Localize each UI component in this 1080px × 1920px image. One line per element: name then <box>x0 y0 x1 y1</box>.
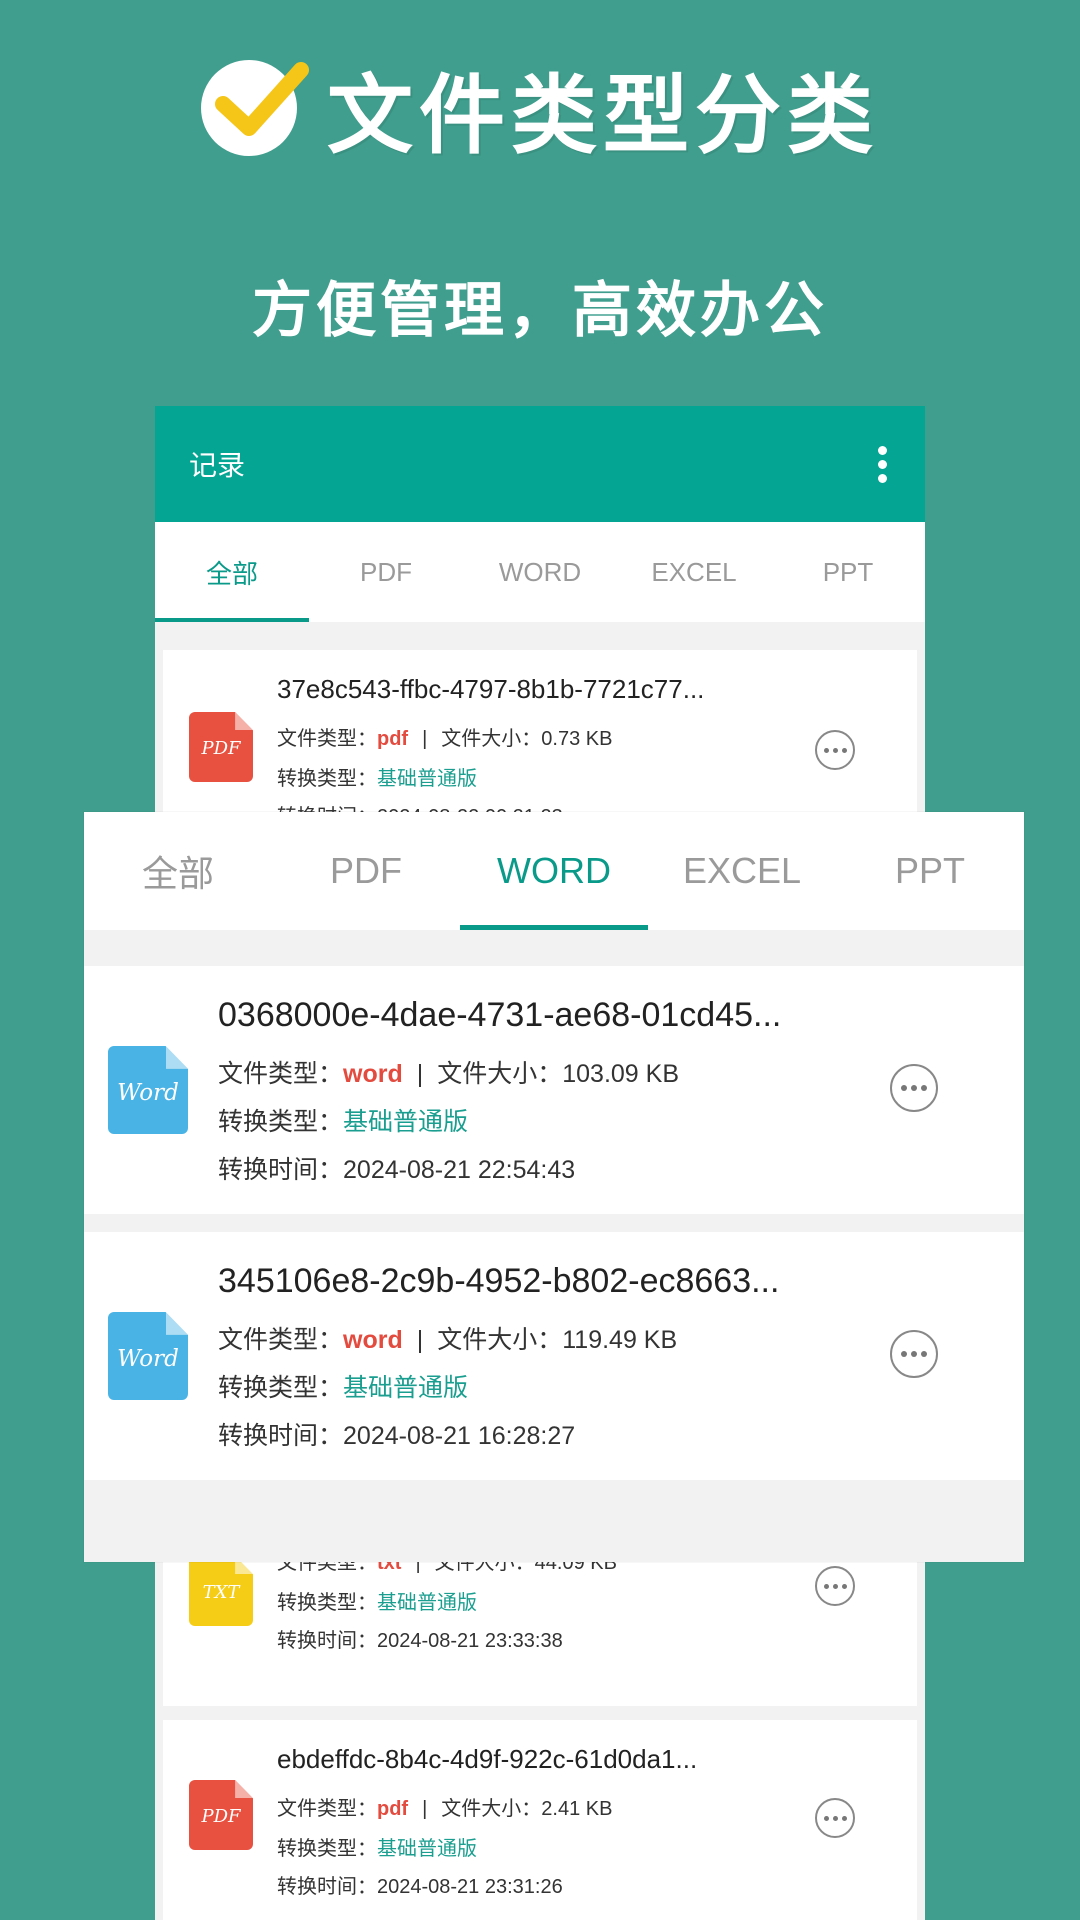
convert-time: 转换时间：2024-08-21 22:54:43 <box>218 1156 576 1184</box>
convert-type: 转换类型：基础普通版 <box>218 1374 469 1402</box>
more-horizontal-icon[interactable] <box>815 1798 855 1838</box>
hero-title-text: 文件类型分类 <box>327 65 879 166</box>
file-meta: 文件类型：pdf | 文件大小：2.41 KB <box>277 1798 613 1820</box>
tab-all[interactable]: 全部 <box>155 522 309 622</box>
file-meta: 文件类型：pdf | 文件大小：0.73 KB <box>277 728 613 750</box>
convert-time: 转换时间：2024-08-21 23:31:26 <box>277 1876 563 1898</box>
word-file-icon: Word <box>108 1046 188 1134</box>
file-meta: 文件类型：word | 文件大小：119.49 KB <box>218 1326 678 1354</box>
zoomed-word-panel: 全部 PDF WORD EXCEL PPT Word 0368000e-4dae… <box>84 812 1024 1562</box>
more-horizontal-icon[interactable] <box>890 1330 938 1378</box>
tab-excel[interactable]: EXCEL <box>617 522 771 622</box>
tab-bar: 全部 PDF WORD EXCEL PPT <box>84 812 1024 930</box>
list-item[interactable]: Word 0368000e-4dae-4731-ae68-01cd45... 文… <box>84 966 1024 1214</box>
tab-word[interactable]: WORD <box>463 522 617 622</box>
convert-type: 转换类型：基础普通版 <box>277 768 477 790</box>
hero-subtitle: 方便管理，高效办公 <box>252 276 828 346</box>
more-vertical-icon[interactable] <box>877 446 887 483</box>
tab-all[interactable]: 全部 <box>84 812 272 930</box>
file-name: 37e8c543-ffbc-4797-8b1b-7721c77... <box>277 674 705 704</box>
file-meta: 文件类型：word | 文件大小：103.09 KB <box>218 1060 680 1088</box>
convert-time: 转换时间：2024-08-21 23:33:38 <box>277 1630 563 1652</box>
more-horizontal-icon[interactable] <box>815 1566 855 1606</box>
more-horizontal-icon[interactable] <box>815 730 855 770</box>
pdf-file-icon: PDF <box>189 712 253 782</box>
pdf-file-icon: PDF <box>189 1780 253 1850</box>
tab-word[interactable]: WORD <box>460 812 648 930</box>
tab-excel[interactable]: EXCEL <box>648 812 836 930</box>
check-icon <box>201 59 309 156</box>
more-horizontal-icon[interactable] <box>890 1064 938 1112</box>
word-file-icon: Word <box>108 1312 188 1400</box>
convert-time: 转换时间：2024-08-21 16:28:27 <box>218 1422 576 1450</box>
tab-pdf[interactable]: PDF <box>309 522 463 622</box>
file-name: 0368000e-4dae-4731-ae68-01cd45... <box>218 996 782 1034</box>
file-name: ebdeffdc-8b4c-4d9f-922c-61d0da1... <box>277 1744 698 1774</box>
list-item[interactable]: Word 345106e8-2c9b-4952-b802-ec8663... 文… <box>84 1232 1024 1480</box>
tab-ppt[interactable]: PPT <box>771 522 925 622</box>
app-bar: 记录 <box>155 406 925 522</box>
convert-type: 转换类型：基础普通版 <box>277 1838 477 1860</box>
hero-title: 文件类型分类 <box>0 45 1080 170</box>
tab-pdf[interactable]: PDF <box>272 812 460 930</box>
file-name: 345106e8-2c9b-4952-b802-ec8663... <box>218 1262 780 1300</box>
list-item[interactable]: PDF ebdeffdc-8b4c-4d9f-922c-61d0da1... 文… <box>163 1720 917 1920</box>
convert-type: 转换类型：基础普通版 <box>218 1108 469 1136</box>
txt-file-icon: TXT <box>189 1556 253 1626</box>
tab-bar: 全部 PDF WORD EXCEL PPT <box>155 522 925 622</box>
app-title: 记录 <box>189 450 246 481</box>
convert-type: 转换类型：基础普通版 <box>277 1592 477 1614</box>
tab-ppt[interactable]: PPT <box>836 812 1024 930</box>
